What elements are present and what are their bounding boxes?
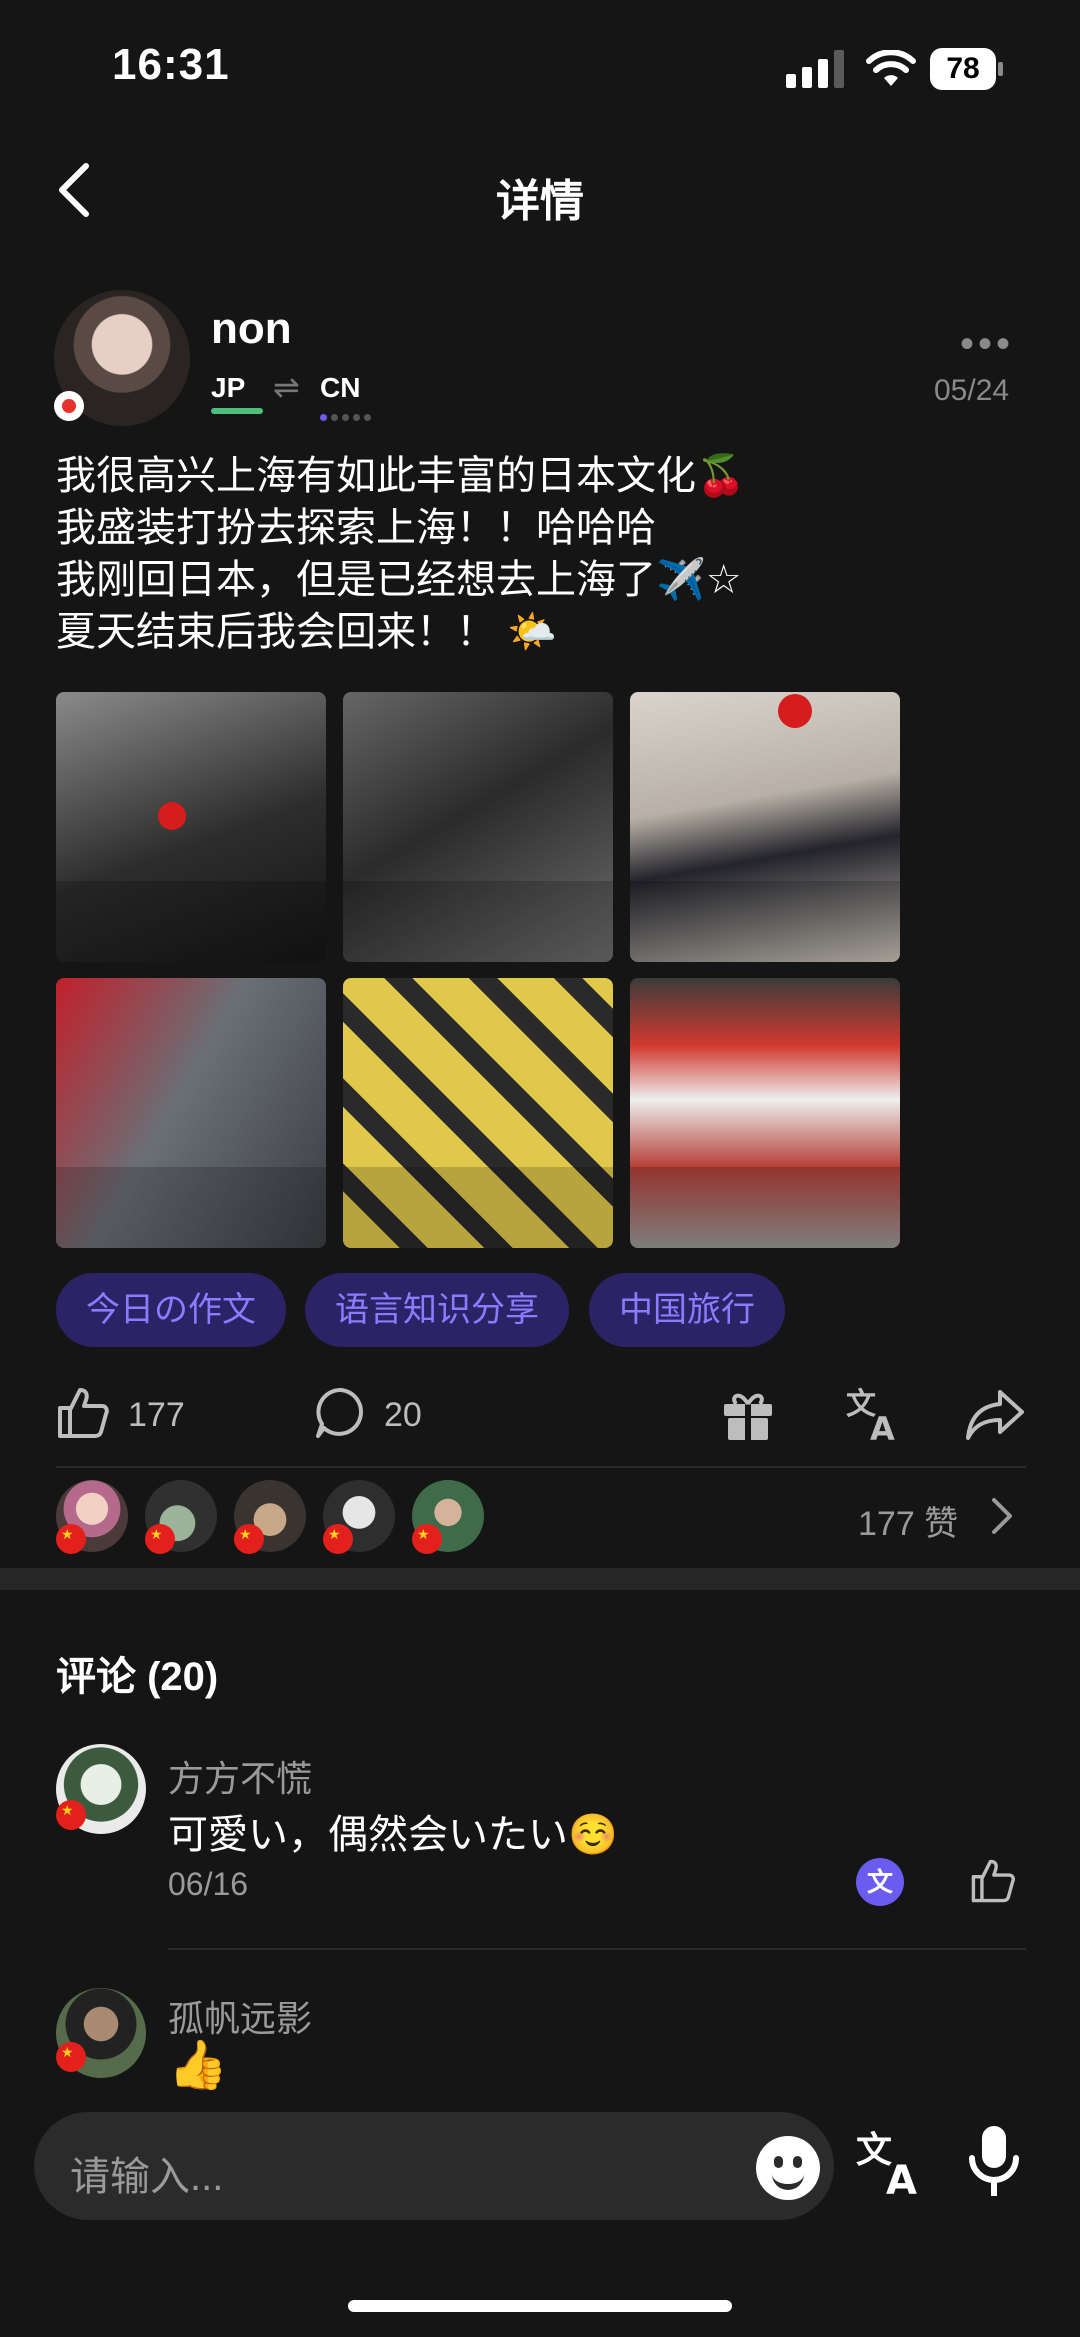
author-username[interactable]: non — [211, 304, 292, 354]
china-flag-icon — [412, 1524, 442, 1554]
learning-language: CN — [320, 372, 361, 403]
comment-input-placeholder: 请输入... — [70, 2155, 224, 2199]
battery-level: 78 — [930, 48, 996, 90]
china-flag-icon — [323, 1524, 353, 1554]
post-photo-5[interactable] — [343, 978, 613, 1248]
section-separator — [0, 1568, 1080, 1590]
post-photo-6[interactable] — [630, 978, 900, 1248]
chevron-right-icon[interactable] — [990, 1496, 1014, 1536]
learning-level-dots — [320, 408, 375, 426]
post-body: 我很高兴上海有如此丰富的日本文化🍒 我盛装打扮去探索上海！！哈哈哈 我刚回日本，… — [56, 450, 1036, 658]
cellular-signal-icon — [786, 50, 844, 88]
like-count: 177 — [128, 1396, 185, 1434]
native-language: JP — [211, 372, 246, 403]
microphone-icon[interactable] — [966, 2124, 1022, 2200]
translate-icon[interactable]: 文 A — [844, 1384, 904, 1444]
home-indicator[interactable] — [348, 2300, 732, 2312]
svg-text:A: A — [886, 2158, 917, 2198]
page-title: 详情 — [496, 177, 584, 226]
china-flag-icon — [56, 2042, 86, 2072]
china-flag-icon — [145, 1524, 175, 1554]
divider — [168, 1948, 1026, 1950]
commenter-name[interactable]: 孤帆远影 — [168, 1990, 312, 2042]
tag-chip[interactable]: 中国旅行 — [589, 1273, 785, 1347]
more-options-icon[interactable]: ••• — [960, 322, 1014, 367]
gift-icon[interactable] — [720, 1386, 776, 1442]
tag-chip[interactable]: 今日の作文 — [56, 1273, 286, 1347]
divider — [56, 1466, 1026, 1468]
post-photo-1[interactable] — [56, 692, 326, 962]
china-flag-icon — [234, 1524, 264, 1554]
china-flag-icon — [56, 1524, 86, 1554]
comment-like-icon[interactable] — [970, 1858, 1016, 1904]
svg-text:A: A — [870, 1410, 895, 1444]
status-time: 16:31 — [112, 40, 230, 89]
comment-text: 👍 — [168, 2039, 228, 2092]
comment-icon[interactable] — [314, 1386, 368, 1440]
post-line: 我盛装打扮去探索上海！！哈哈哈 — [56, 506, 656, 550]
post-date: 05/24 — [934, 374, 1010, 407]
wifi-icon — [866, 50, 916, 86]
tag-chip[interactable]: 语言知识分享 — [305, 1273, 569, 1347]
post-line: 我刚回日本，但是已经想去上海了✈️☆ — [56, 558, 742, 602]
record-badge-icon — [54, 391, 84, 421]
post-photo-3[interactable] — [630, 692, 900, 962]
post-line: 夏天结束后我会回来！！ 🌤️ — [56, 610, 557, 654]
share-icon[interactable] — [964, 1386, 1026, 1442]
post-photo-2[interactable] — [343, 692, 613, 962]
native-language-bar — [211, 408, 263, 414]
like-icon[interactable] — [56, 1386, 110, 1440]
comments-title: 评论 (20) — [56, 1655, 219, 1699]
commenter-name[interactable]: 方方不慌 — [168, 1750, 312, 1802]
comment-translate-icon[interactable]: 文 — [856, 1858, 904, 1906]
language-exchange-icon: ⇌ — [273, 369, 300, 405]
comment-date: 06/16 — [168, 1866, 249, 1902]
comment-text: 可愛い，偶然会いたい☺️ — [168, 1813, 618, 1857]
comment-count: 20 — [384, 1396, 422, 1434]
china-flag-icon — [56, 1800, 86, 1830]
battery-icon: 78 — [930, 48, 1004, 90]
post-photo-4[interactable] — [56, 978, 326, 1248]
likes-total[interactable]: 177 赞 — [858, 1496, 958, 1545]
translate-icon[interactable]: 文 A — [856, 2126, 928, 2198]
post-line: 我很高兴上海有如此丰富的日本文化🍒 — [56, 454, 746, 498]
